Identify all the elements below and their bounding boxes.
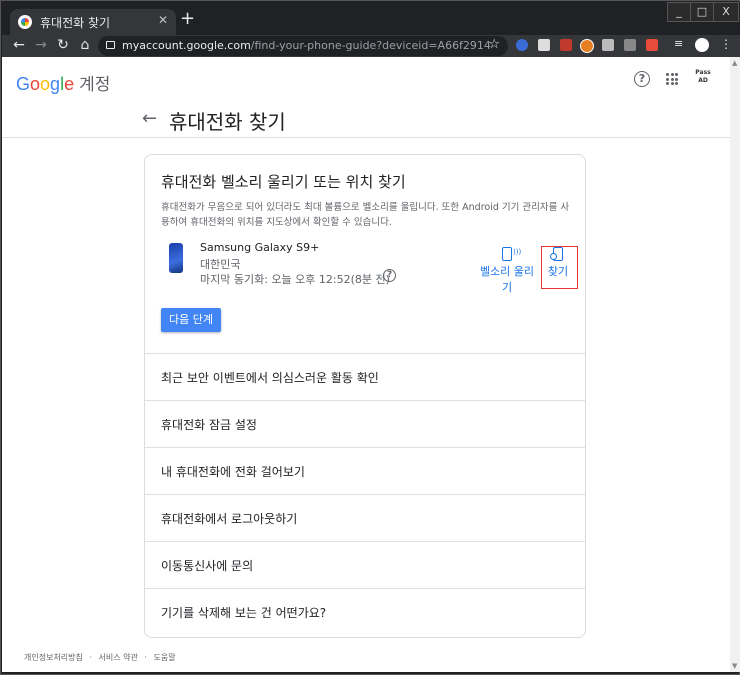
red-extension-icon[interactable]	[560, 39, 572, 51]
minimize-button[interactable]: _	[667, 2, 691, 22]
logo-letter: o	[30, 74, 41, 94]
logo-letter: G	[16, 74, 31, 94]
reload-icon[interactable]: ↻	[54, 37, 72, 53]
account-avatar[interactable]: Pass AD	[692, 69, 714, 87]
logo-letter: e	[64, 74, 75, 94]
google-account-logo[interactable]: Google 계정	[16, 70, 110, 95]
home-icon[interactable]: ⌂	[76, 37, 94, 53]
footer-links: 개인정보처리방침 · 서비스 약관 · 도움말	[24, 652, 180, 663]
google-logo-text: Google	[16, 74, 74, 94]
product-name: 계정	[79, 75, 111, 94]
ring-phone-label: 벨소리 울리기	[479, 265, 535, 294]
logo-letter: o	[40, 74, 51, 94]
url-text[interactable]: myaccount.google.com/find-your-phone-gui…	[122, 39, 492, 52]
maximize-button[interactable]: □	[690, 2, 714, 22]
scrollbar[interactable]: ▲ ▼	[730, 57, 740, 672]
close-window-button[interactable]: X	[713, 2, 739, 22]
list-item[interactable]: 휴대전화 잠금 설정	[145, 400, 585, 447]
tab-title: 휴대전화 찾기	[40, 16, 111, 30]
profile-avatar-icon[interactable]	[695, 38, 709, 52]
shield-extension-icon[interactable]	[516, 39, 528, 51]
lock-icon	[106, 41, 115, 49]
sound-waves-icon: )))	[513, 248, 522, 256]
back-arrow-icon[interactable]: ←	[142, 108, 157, 129]
browser-menu-icon[interactable]: ⋮	[720, 37, 732, 51]
footer-separator: ·	[144, 653, 147, 662]
browser-toolbar: ← → ↻ ⌂ myaccount.google.com/find-your-p…	[2, 35, 740, 57]
footer-separator: ·	[89, 653, 92, 662]
list-item[interactable]: 휴대전화에서 로그아웃하기	[145, 494, 585, 541]
list-item[interactable]: 내 휴대전화에 전화 걸어보기	[145, 447, 585, 494]
browser-tab[interactable]: 휴대전화 찾기 ✕	[10, 9, 176, 35]
list-item[interactable]: 최근 보안 이벤트에서 의심스러운 활동 확인	[145, 353, 585, 400]
find-highlight-box	[541, 246, 578, 289]
phone-image	[169, 243, 183, 273]
grey-extension-icon[interactable]	[602, 39, 614, 51]
ring-phone-icon	[502, 247, 512, 261]
card-title: 휴대전화 벨소리 울리기 또는 위치 찾기	[161, 173, 406, 191]
scroll-down-icon[interactable]: ▼	[732, 662, 737, 670]
rx-extension-icon[interactable]	[646, 39, 658, 51]
terms-link[interactable]: 서비스 약관	[99, 653, 138, 662]
tab-strip: 휴대전화 찾기 ✕ + _ □ X	[2, 2, 740, 35]
bookmark-star-icon[interactable]: ☆	[488, 37, 500, 52]
sync-help-icon[interactable]: ?	[383, 269, 396, 282]
help-link[interactable]: 도움말	[154, 653, 176, 662]
find-phone-card: 휴대전화 벨소리 울리기 또는 위치 찾기 휴대전화가 무음으로 되어 있더라도…	[144, 154, 586, 638]
new-tab-button[interactable]: +	[180, 8, 195, 29]
apps-grid-icon[interactable]	[666, 73, 678, 85]
tool-extension-icon[interactable]	[624, 39, 636, 51]
card-description: 휴대전화가 무음으로 되어 있더라도 최대 볼륨으로 벨소리를 울립니다. 또한…	[161, 202, 570, 228]
ring-phone-button[interactable]: ))) 벨소리 울리기	[475, 247, 539, 295]
device-country: 대한민국	[200, 258, 241, 271]
page-title-bar: ← 휴대전화 찾기	[2, 105, 730, 138]
browser-window: 휴대전화 찾기 ✕ + _ □ X ← → ↻ ⌂ myaccount.goog…	[0, 0, 740, 675]
scroll-up-icon[interactable]: ▲	[732, 59, 737, 67]
device-name: Samsung Galaxy S9+	[200, 241, 320, 254]
page-content: Google 계정 ? Pass AD ← 휴대전화 찾기 휴대전화 벨소리 울리…	[2, 57, 730, 672]
privacy-link[interactable]: 개인정보처리방침	[24, 653, 83, 662]
address-bar[interactable]: myaccount.google.com/find-your-phone-gui…	[98, 36, 508, 56]
google-header: Google 계정 ? Pass AD	[2, 57, 730, 105]
page-title: 휴대전화 찾기	[169, 110, 286, 134]
list-item[interactable]: 이동통신사에 문의	[145, 541, 585, 588]
forward-icon[interactable]: →	[32, 37, 50, 53]
next-step-button[interactable]: 다음 단계	[161, 308, 221, 332]
reading-list-icon[interactable]: ≡	[674, 37, 686, 50]
help-icon[interactable]: ?	[634, 71, 650, 87]
mail-extension-icon[interactable]	[538, 39, 550, 51]
device-last-sync: 마지막 동기화: 오늘 오후 12:52(8분 전)	[200, 273, 390, 286]
google-favicon-icon	[18, 15, 32, 29]
back-icon[interactable]: ←	[10, 37, 28, 53]
list-item[interactable]: 기기를 삭제해 보는 건 어떤가요?	[145, 588, 585, 637]
logo-letter: g	[50, 74, 61, 94]
tab-close-icon[interactable]: ✕	[158, 13, 168, 27]
orange-extension-icon[interactable]	[580, 39, 594, 53]
